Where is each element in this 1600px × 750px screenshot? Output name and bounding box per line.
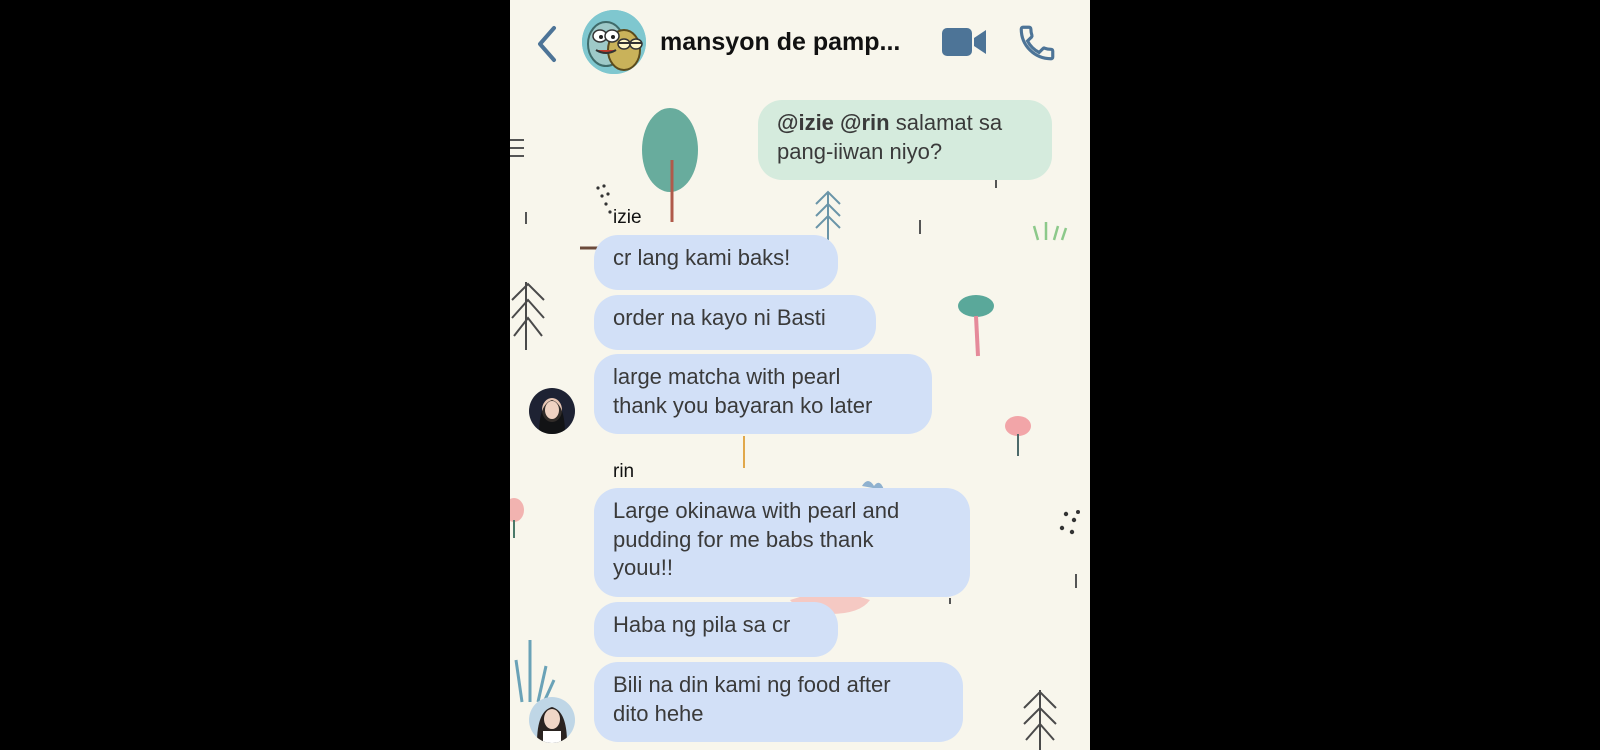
outgoing-message-bubble[interactable]: @izie @rin salamat sa pang-iiwan niyo? <box>758 100 1052 180</box>
message-bubble[interactable]: Bili na din kami ng food after dito hehe <box>594 662 963 742</box>
message-text: large matcha with pearl <box>613 364 841 389</box>
chat-header: mansyon de pamp... <box>510 0 1090 88</box>
video-camera-icon <box>942 28 986 56</box>
message-text: pudding for me babs thank <box>613 526 874 552</box>
message-text: Haba ng pila sa cr <box>613 612 791 637</box>
group-name[interactable]: mansyon de pamp... <box>660 28 900 57</box>
message-text: cr lang kami baks! <box>613 245 791 270</box>
message-text: thank you bayaran ko later <box>613 392 873 418</box>
message-bubble[interactable]: large matcha with pearl thank you bayara… <box>594 354 932 434</box>
outgoing-text: salamat sa <box>889 110 1003 135</box>
message-bubble[interactable]: cr lang kami baks! <box>594 235 838 290</box>
phone-icon <box>1019 25 1055 61</box>
user-photo-icon <box>529 697 575 743</box>
back-button[interactable] <box>532 22 562 66</box>
message-text: order na kayo ni Basti <box>613 305 826 330</box>
message-text: dito hehe <box>613 700 704 726</box>
message-text: youu!! <box>613 555 673 580</box>
mention-izie[interactable]: @izie <box>777 110 834 135</box>
group-avatar[interactable] <box>582 10 646 74</box>
message-bubble[interactable]: Large okinawa with pearl and pudding for… <box>594 488 970 597</box>
message-text: Bili na din kami ng food after <box>613 672 891 697</box>
cartoon-fish-avatar-icon <box>582 10 646 74</box>
message-text: Large okinawa with pearl and <box>613 498 900 523</box>
audio-call-button[interactable] <box>1016 22 1058 64</box>
message-bubble[interactable]: Haba ng pila sa cr <box>594 602 838 657</box>
avatar-rin[interactable] <box>529 697 575 743</box>
mention-rin[interactable]: @rin <box>840 110 890 135</box>
outgoing-message-line: @izie @rin salamat sa <box>777 109 1033 138</box>
outgoing-text-line-2: pang-iiwan niyo? <box>777 138 943 164</box>
sender-name-izie: izie <box>613 207 642 228</box>
chevron-left-icon <box>538 26 556 62</box>
sender-name-rin: rin <box>613 461 635 482</box>
message-bubble[interactable]: order na kayo ni Basti <box>594 295 876 350</box>
avatar-izie[interactable] <box>529 388 575 434</box>
user-photo-icon <box>529 388 575 434</box>
chat-screen: mansyon de pamp... @izie @rin salamat sa… <box>510 0 1090 750</box>
video-call-button[interactable] <box>940 24 990 62</box>
